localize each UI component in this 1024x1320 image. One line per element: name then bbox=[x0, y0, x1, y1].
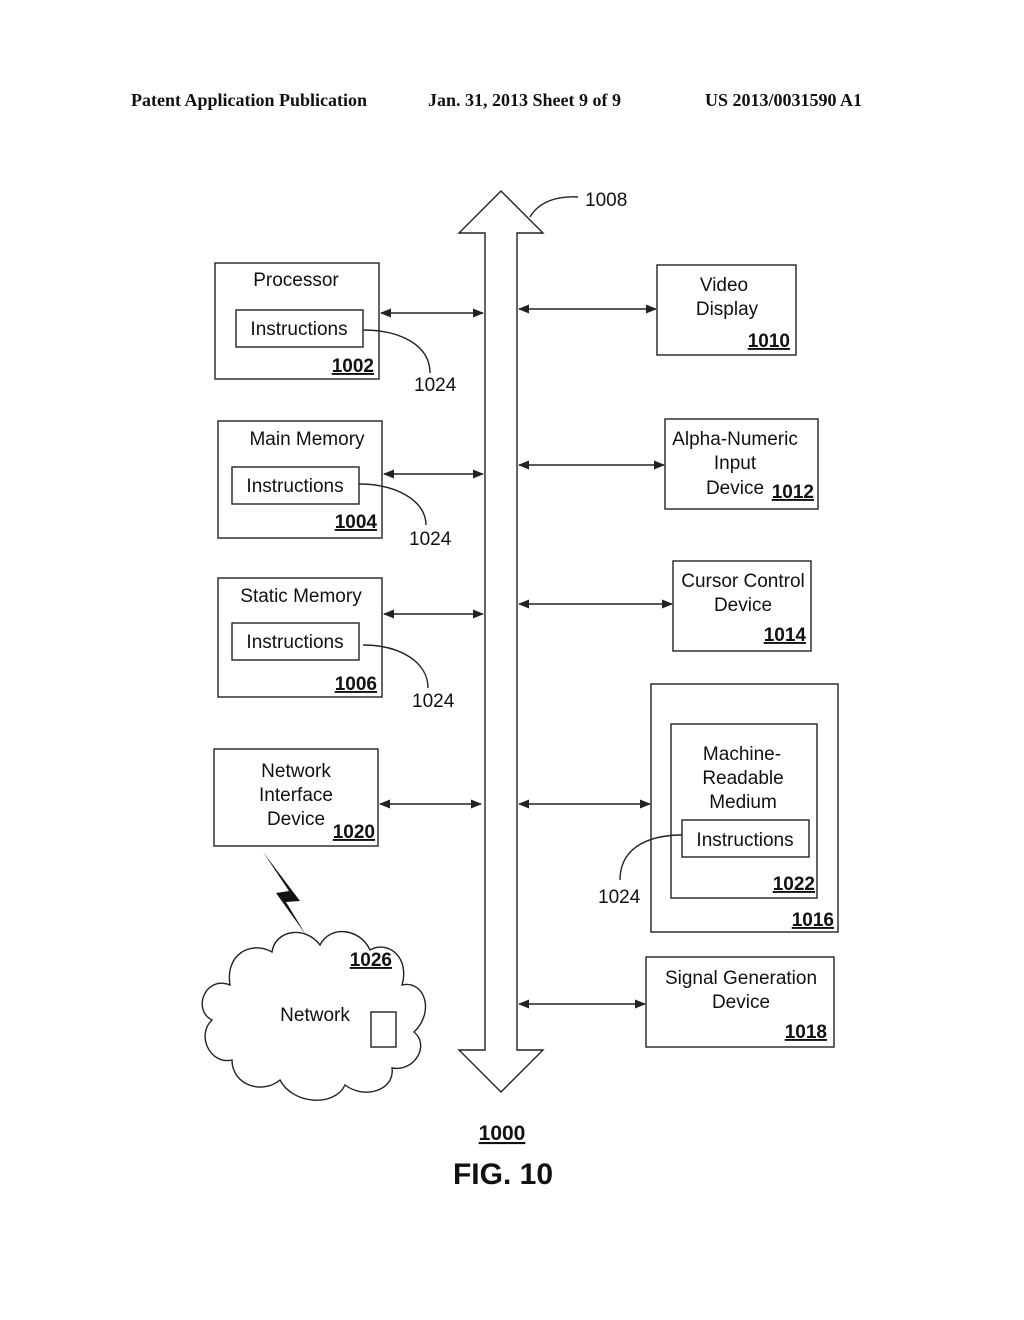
bus-ref: 1008 bbox=[585, 190, 627, 211]
cursor-control-title-line-1: Cursor Control bbox=[681, 571, 805, 592]
processor-block: Processor Instructions 1002 1024 bbox=[214, 262, 457, 396]
medium-title-line-1: Machine- bbox=[703, 744, 781, 765]
alphanumeric-title-line-1: Alpha-Numeric bbox=[672, 429, 798, 450]
signal-generation-title-line-2: Device bbox=[712, 992, 770, 1013]
network-interface-title-line-1: Network bbox=[261, 761, 331, 782]
network-cloud: 1026 Network bbox=[201, 930, 427, 1101]
network-label: Network bbox=[280, 1005, 350, 1026]
medium-title-line-3: Medium bbox=[709, 792, 777, 813]
alphanumeric-title-line-3: Device bbox=[706, 478, 764, 499]
bus-callout-leader bbox=[529, 196, 579, 218]
system-diagram: 1008 Processor Instructions 1002 1024 Ma… bbox=[201, 190, 839, 1191]
cursor-control-title-line-2: Device bbox=[714, 595, 772, 616]
medium-title-line-2: Readable bbox=[702, 768, 783, 789]
processor-callout-ref: 1024 bbox=[414, 375, 457, 396]
drive-unit-block: Machine- Readable Medium Instructions 10… bbox=[598, 683, 839, 933]
processor-ref: 1002 bbox=[332, 356, 374, 377]
cursor-control-block: Cursor Control Device 1014 bbox=[672, 560, 812, 652]
static-memory-ref: 1006 bbox=[335, 674, 377, 695]
network-device-icon bbox=[370, 1011, 397, 1048]
alphanumeric-input-block: Alpha-Numeric Input Device 1012 bbox=[664, 418, 819, 510]
processor-title: Processor bbox=[253, 270, 339, 291]
network-interface-block: Network Interface Device 1020 bbox=[213, 748, 379, 847]
processor-instructions-label: Instructions bbox=[250, 319, 347, 340]
video-display-title-line-1: Video bbox=[700, 275, 748, 296]
wireless-link-icon bbox=[263, 852, 306, 935]
network-ref: 1026 bbox=[350, 950, 392, 971]
system-bus-arrow bbox=[457, 190, 545, 1093]
main-memory-callout-ref: 1024 bbox=[409, 529, 452, 550]
main-memory-block: Main Memory Instructions 1004 1024 bbox=[217, 420, 452, 550]
medium-ref: 1022 bbox=[773, 874, 815, 895]
medium-instructions-label: Instructions bbox=[696, 830, 793, 851]
figure-ref: 1000 bbox=[479, 1122, 526, 1145]
network-interface-ref: 1020 bbox=[333, 822, 375, 843]
video-display-ref: 1010 bbox=[748, 331, 790, 352]
signal-generation-title-line-1: Signal Generation bbox=[665, 968, 817, 989]
static-memory-block: Static Memory Instructions 1006 1024 bbox=[217, 577, 455, 712]
main-memory-title: Main Memory bbox=[249, 429, 365, 450]
alphanumeric-title-line-2: Input bbox=[714, 453, 757, 474]
static-memory-callout-ref: 1024 bbox=[412, 691, 455, 712]
video-display-block: Video Display 1010 bbox=[656, 264, 797, 356]
alphanumeric-ref: 1012 bbox=[772, 482, 814, 503]
main-memory-instructions-label: Instructions bbox=[246, 476, 343, 497]
signal-generation-block: Signal Generation Device 1018 bbox=[645, 956, 835, 1048]
figure-caption: FIG. 10 bbox=[453, 1158, 553, 1191]
cursor-control-ref: 1014 bbox=[764, 625, 807, 646]
main-memory-ref: 1004 bbox=[335, 512, 378, 533]
drive-unit-ref: 1016 bbox=[792, 910, 834, 931]
static-memory-title: Static Memory bbox=[240, 586, 362, 607]
network-interface-title-line-3: Device bbox=[267, 809, 325, 830]
static-memory-instructions-label: Instructions bbox=[246, 632, 343, 653]
medium-callout-ref: 1024 bbox=[598, 887, 641, 908]
network-interface-title-line-2: Interface bbox=[259, 785, 333, 806]
signal-generation-ref: 1018 bbox=[785, 1022, 827, 1043]
video-display-title-line-2: Display bbox=[696, 299, 759, 320]
